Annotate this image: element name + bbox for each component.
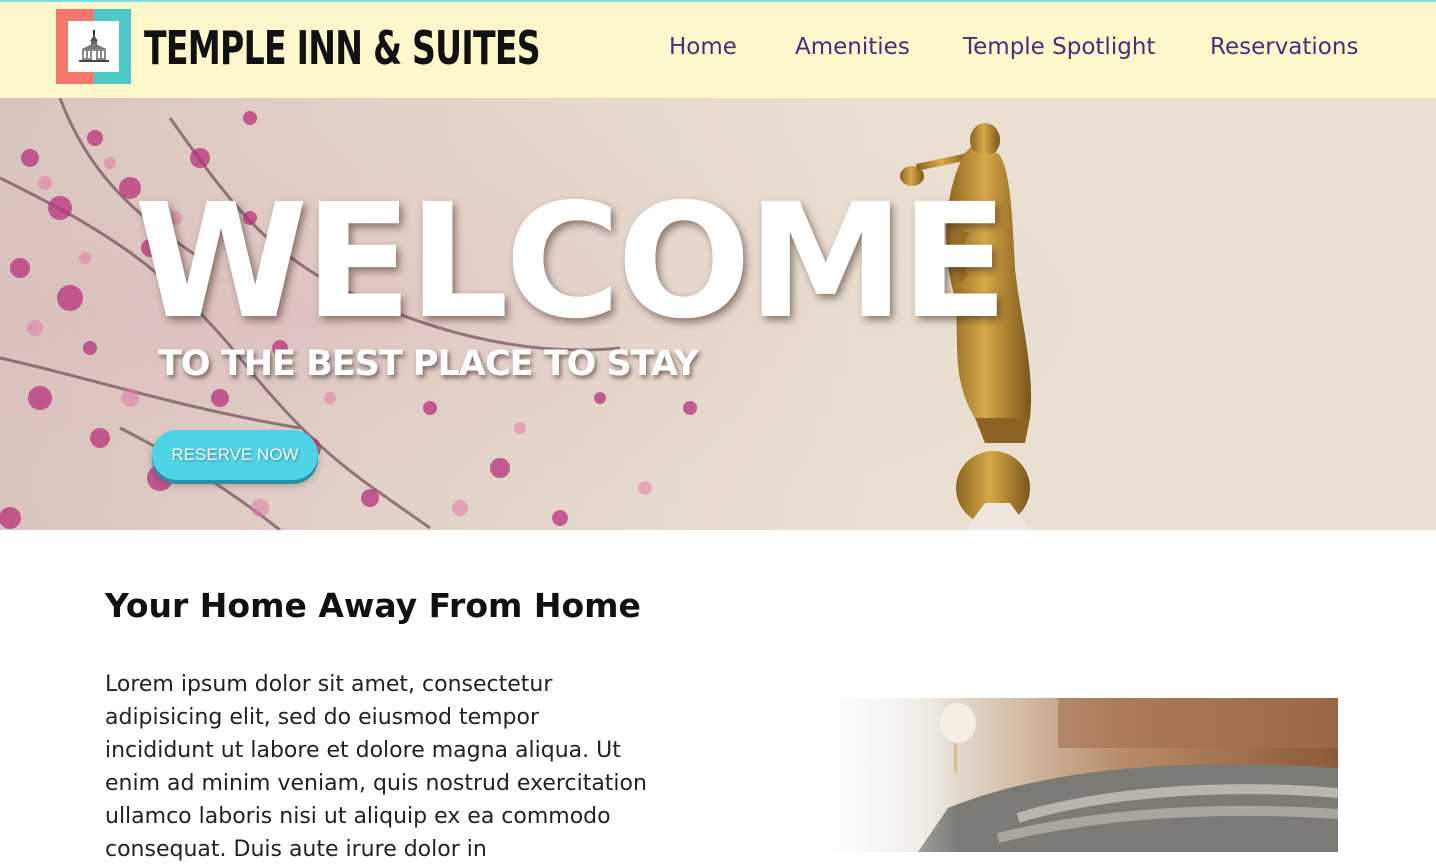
hero-headline: WELCOME xyxy=(134,170,1008,354)
site-header: TEMPLE INN & SUITES Home Amenities Templ… xyxy=(0,2,1436,98)
hero-banner: WELCOME TO THE BEST PLACE TO STAY RESERV… xyxy=(0,98,1436,530)
nav-temple-spotlight[interactable]: Temple Spotlight xyxy=(963,34,1155,68)
intro-title: Your Home Away From Home xyxy=(105,586,641,625)
reserve-now-button[interactable]: RESERVE NOW xyxy=(152,430,318,480)
logo[interactable] xyxy=(56,9,131,84)
nav-amenities[interactable]: Amenities xyxy=(795,34,910,68)
nav-reservations[interactable]: Reservations xyxy=(1210,34,1358,68)
intro-body: Lorem ipsum dolor sit amet, consectetur … xyxy=(105,672,647,862)
site-brand-name[interactable]: TEMPLE INN & SUITES xyxy=(144,20,541,76)
nav-home[interactable]: Home xyxy=(669,34,737,68)
hero-tagline: TO THE BEST PLACE TO STAY xyxy=(158,344,699,384)
temple-icon xyxy=(68,21,119,72)
room-photo xyxy=(798,698,1338,852)
